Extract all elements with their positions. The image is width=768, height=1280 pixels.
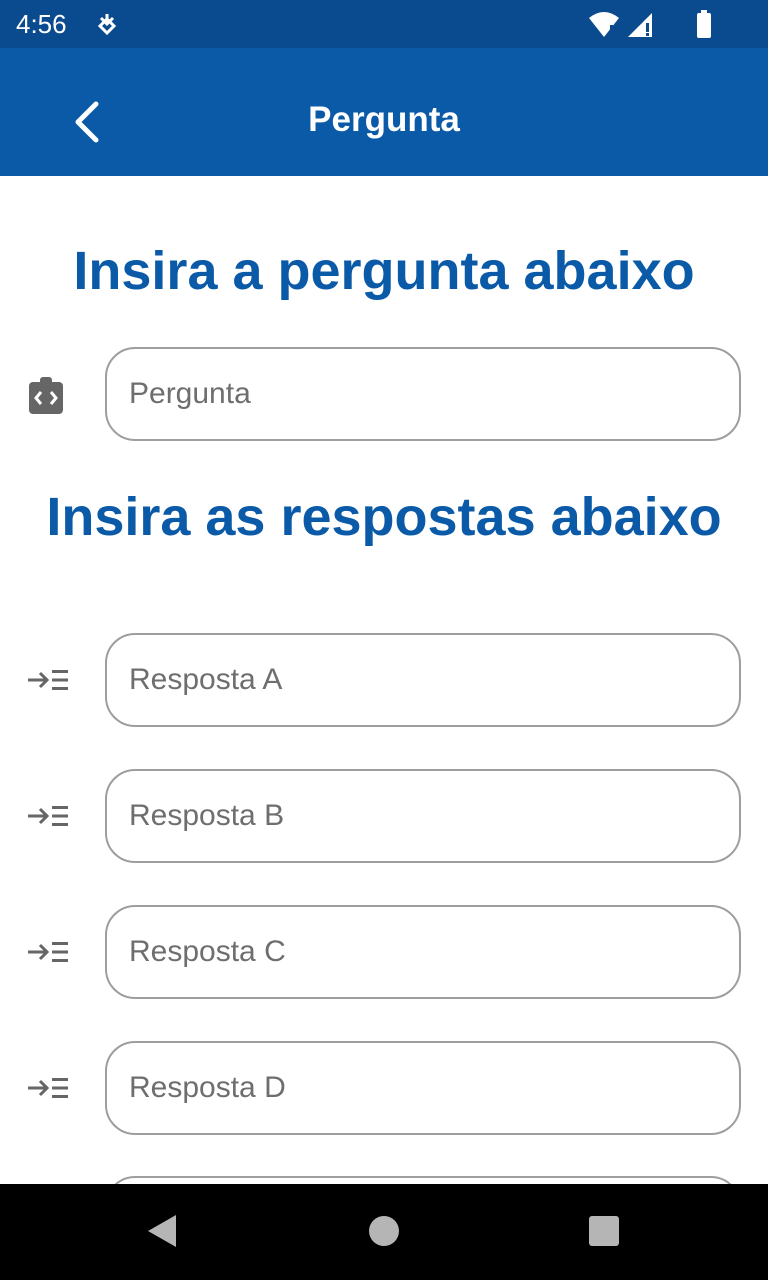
answer-row-b (0, 769, 768, 865)
page-title: Pergunta (308, 100, 460, 139)
battery-icon (696, 10, 712, 43)
question-input[interactable] (107, 349, 739, 439)
nav-back-icon[interactable] (146, 1214, 178, 1253)
question-heading: Insira a pergunta abaixo (73, 241, 695, 301)
answer-input-c[interactable] (107, 907, 739, 997)
signal-icon (626, 12, 654, 43)
status-bar: 4:56 (0, 0, 768, 48)
wifi-icon (588, 12, 620, 43)
answer-input-b[interactable] (107, 771, 739, 861)
answer-row-d (0, 1041, 768, 1137)
answer-field-c[interactable] (105, 905, 741, 999)
answer-field-b[interactable] (105, 769, 741, 863)
nav-home-icon[interactable] (368, 1214, 400, 1253)
answer-input-d[interactable] (107, 1043, 739, 1133)
answer-row-a (0, 633, 768, 729)
status-time: 4:56 (16, 9, 67, 39)
answer-row-c (0, 905, 768, 1001)
code-clipboard-icon (26, 375, 66, 420)
app-bar: Pergunta (0, 48, 768, 176)
list-input-icon (26, 1075, 70, 1106)
back-arrow-icon[interactable] (72, 100, 102, 149)
answer-field-a[interactable] (105, 633, 741, 727)
nav-recents-icon[interactable] (588, 1214, 620, 1253)
list-input-icon (26, 939, 70, 970)
answers-heading: Insira as respostas abaixo (46, 487, 722, 547)
question-field[interactable] (105, 347, 741, 441)
answer-input-a[interactable] (107, 635, 739, 725)
answer-field-d[interactable] (105, 1041, 741, 1135)
list-input-icon (26, 667, 70, 698)
data-saver-icon (96, 12, 118, 41)
question-row (0, 347, 768, 443)
navigation-bar (0, 1184, 768, 1280)
list-input-icon (26, 803, 70, 834)
